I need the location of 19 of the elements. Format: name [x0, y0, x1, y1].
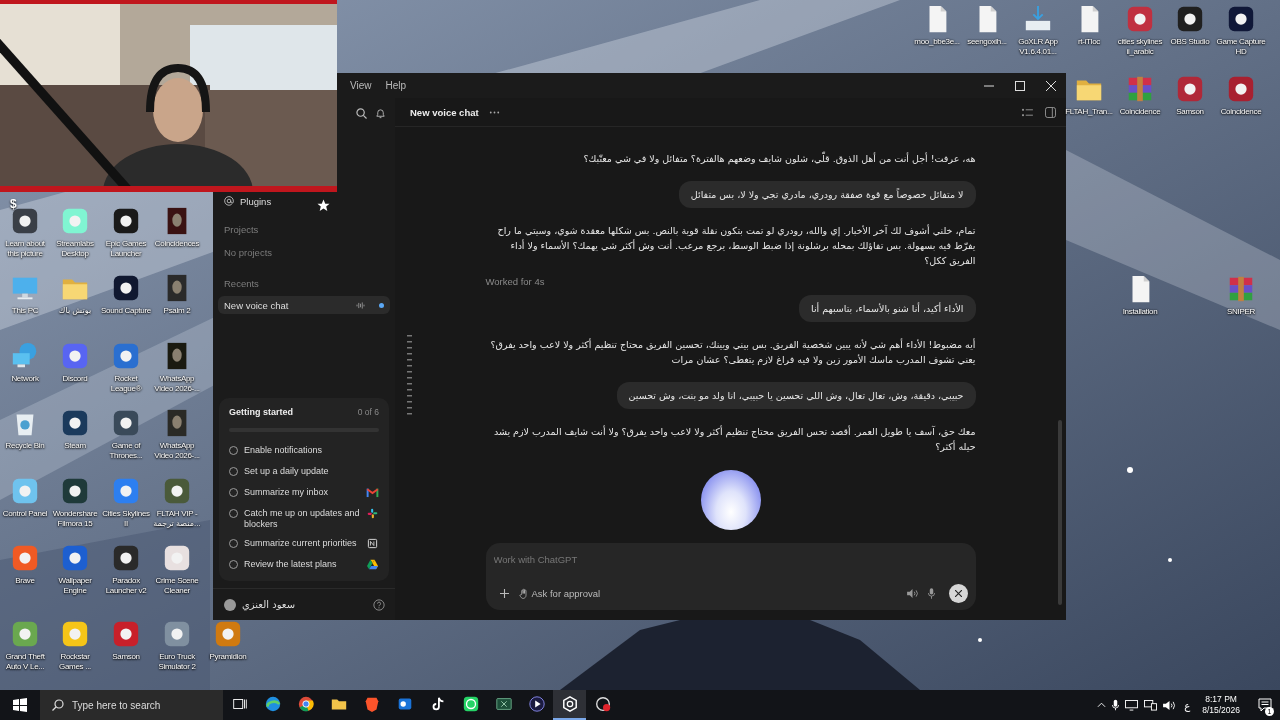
chat-icon [461, 695, 480, 713]
microphone-icon[interactable] [1112, 699, 1120, 711]
search-icon [52, 699, 64, 711]
network-icon[interactable] [1144, 699, 1158, 711]
spreadsheet-icon [494, 695, 513, 713]
record-icon [593, 695, 612, 713]
taskbar-button[interactable] [553, 690, 586, 720]
chevron-up-icon[interactable] [1097, 702, 1107, 708]
search-field[interactable]: Type here to search [40, 690, 223, 720]
browser-icon [263, 695, 282, 713]
monitor-icon[interactable] [1125, 699, 1139, 711]
notification-icon [1258, 698, 1272, 712]
knot-icon [560, 695, 579, 713]
play-icon [527, 695, 546, 713]
browser-icon [296, 695, 315, 713]
clock[interactable]: 8:17 PM 8/15/2026 [1198, 694, 1244, 716]
speaker-icon[interactable] [1163, 699, 1177, 711]
windows-icon [13, 698, 27, 712]
language-button[interactable]: ع [1182, 699, 1193, 711]
